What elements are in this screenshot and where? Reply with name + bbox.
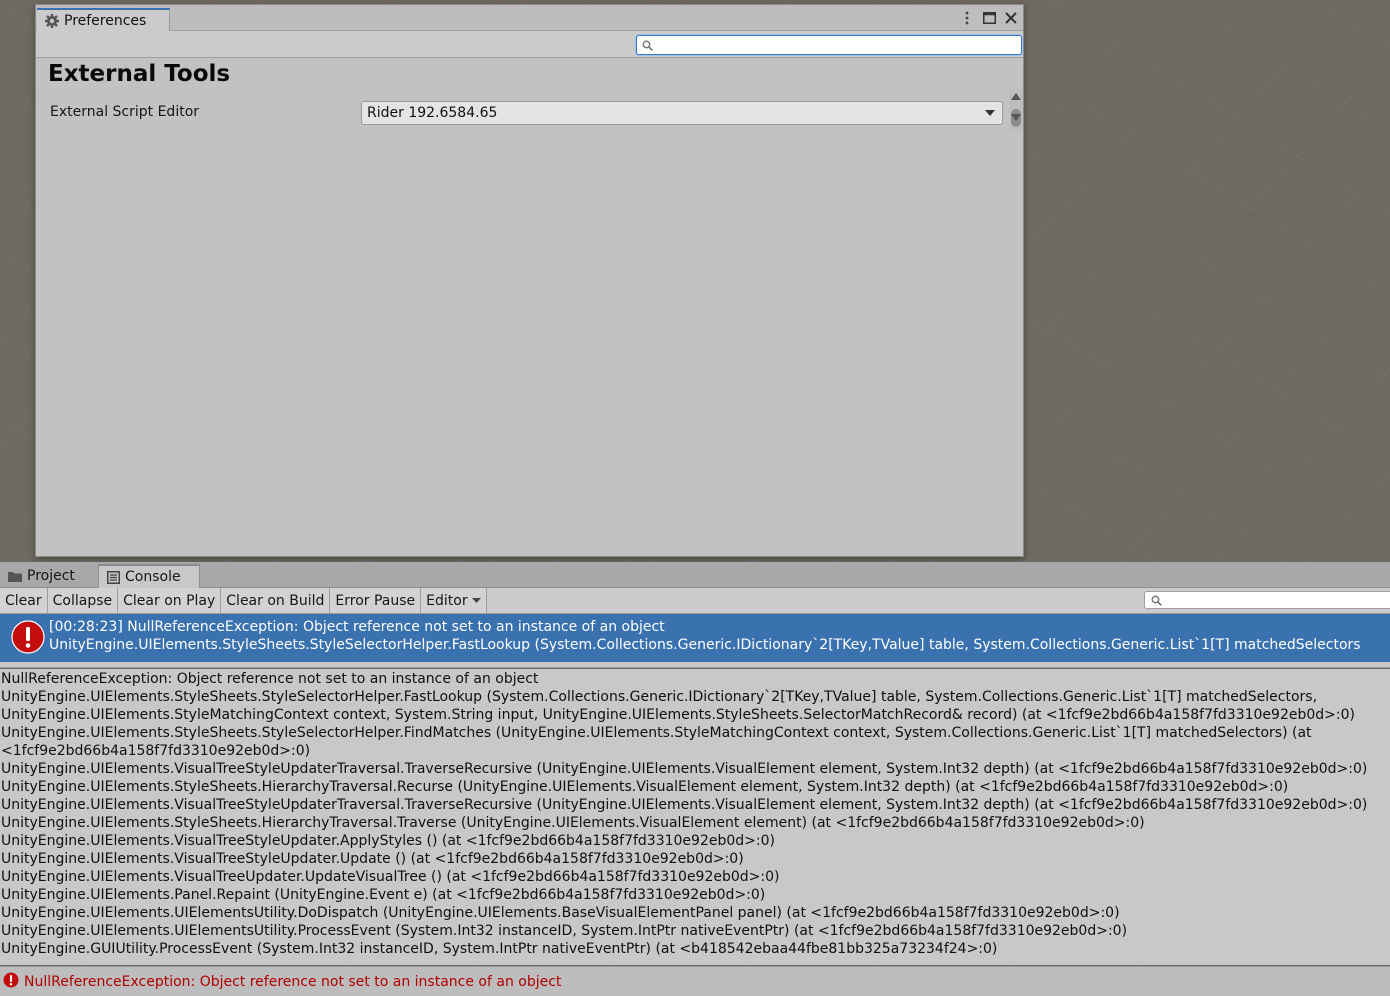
console-search-box[interactable] [1144,591,1390,609]
stack-trace-line: <1fcf9e2bd66b4a158f7fd3310e92eb0d>:0) [1,743,311,759]
external-script-editor-value: Rider 192.6584.65 [367,105,498,121]
preferences-window: Preferences External Tools External Scri… [35,4,1024,557]
maximize-button[interactable] [981,10,997,26]
status-bar[interactable]: NullReferenceException: Object reference… [0,966,1390,996]
stack-trace-line: NullReferenceException: Object reference… [1,671,539,687]
tab-project-label: Project [27,568,75,584]
stack-trace-line: UnityEngine.UIElements.VisualTreeStyleUp… [1,761,1368,777]
editor-dropdown-label: Editor [426,592,468,609]
editor-dropdown[interactable]: Editor [421,588,487,613]
stack-trace-line: UnityEngine.UIElements.UIElementsUtility… [1,923,1128,939]
preferences-titlebar: Preferences [36,5,1023,32]
scroll-down-arrow-icon[interactable] [1011,114,1021,121]
stack-trace-line: UnityEngine.UIElements.StyleMatchingCont… [1,707,1355,723]
close-button[interactable] [1003,10,1019,26]
more-options-button[interactable] [959,10,975,26]
stack-trace-line: UnityEngine.UIElements.VisualTreeUpdater… [1,869,780,885]
chevron-down-icon [471,598,481,603]
clear-on-play-toggle[interactable]: Clear on Play [118,588,222,613]
scroll-up-arrow-icon[interactable] [1011,93,1021,100]
console-toolbar: Clear Collapse Clear on Play Clear on Bu… [0,588,1390,614]
chevron-down-icon [985,110,995,116]
log-entry-stack-preview: UnityEngine.UIElements.StyleSheets.Style… [49,637,1361,653]
search-icon [1151,595,1162,606]
error-pause-toggle[interactable]: Error Pause [330,588,422,613]
stack-trace-line: UnityEngine.UIElements.StyleSheets.Style… [1,725,1312,741]
stack-trace-line: UnityEngine.UIElements.StyleSheets.Hiera… [1,779,1289,795]
stack-trace-line: UnityEngine.UIElements.StyleSheets.Hiera… [1,815,1145,831]
stack-trace-line: UnityEngine.UIElements.UIElementsUtility… [1,905,1120,921]
stack-trace-details: NullReferenceException: Object reference… [0,669,1390,965]
stack-trace-line: UnityEngine.UIElements.Panel.Repaint (Un… [1,887,766,903]
preferences-search-box[interactable] [636,35,1022,55]
clear-button[interactable]: Clear [0,588,48,613]
gear-icon [45,14,59,28]
error-icon [3,972,19,988]
collapse-toggle[interactable]: Collapse [47,588,119,613]
tab-project[interactable]: Project [0,564,97,588]
console-icon [107,570,120,584]
window-controls [959,9,1019,27]
tab-console[interactable]: Console [98,564,200,588]
preferences-tab[interactable]: Preferences [37,8,170,32]
maximize-icon [982,12,996,24]
console-log-entry[interactable]: [00:28:23] NullReferenceException: Objec… [0,614,1390,662]
stack-trace-line: UnityEngine.UIElements.VisualTreeStyleUp… [1,797,1368,813]
external-script-editor-dropdown[interactable]: Rider 192.6584.65 [361,101,1003,125]
stack-trace-line: UnityEngine.GUIUtility.ProcessEvent (Sys… [1,941,998,957]
kebab-menu-icon [965,11,969,25]
preferences-tab-label: Preferences [64,13,147,29]
close-icon [1005,12,1017,24]
bottom-panel-tabs: Project Console [0,562,1390,588]
console-search-input[interactable] [1166,593,1390,607]
page-title: External Tools [48,61,231,87]
error-icon [11,620,45,654]
log-entry-message: [00:28:23] NullReferenceException: Objec… [49,619,665,635]
preferences-search-input[interactable] [657,37,1021,53]
external-script-editor-label: External Script Editor [50,104,200,120]
preferences-toolbar [36,31,1023,58]
folder-icon [8,571,22,582]
search-icon [642,40,653,51]
tab-console-label: Console [125,569,181,585]
stack-trace-line: UnityEngine.UIElements.StyleSheets.Style… [1,689,1318,705]
stack-trace-line: UnityEngine.UIElements.VisualTreeStyleUp… [1,833,775,849]
clear-on-build-toggle[interactable]: Clear on Build [221,588,331,613]
status-bar-message: NullReferenceException: Object reference… [24,974,562,990]
stack-trace-line: UnityEngine.UIElements.VisualTreeStyleUp… [1,851,744,867]
console-splitter[interactable] [0,662,1390,668]
preferences-scrollbar[interactable] [1009,89,1023,131]
